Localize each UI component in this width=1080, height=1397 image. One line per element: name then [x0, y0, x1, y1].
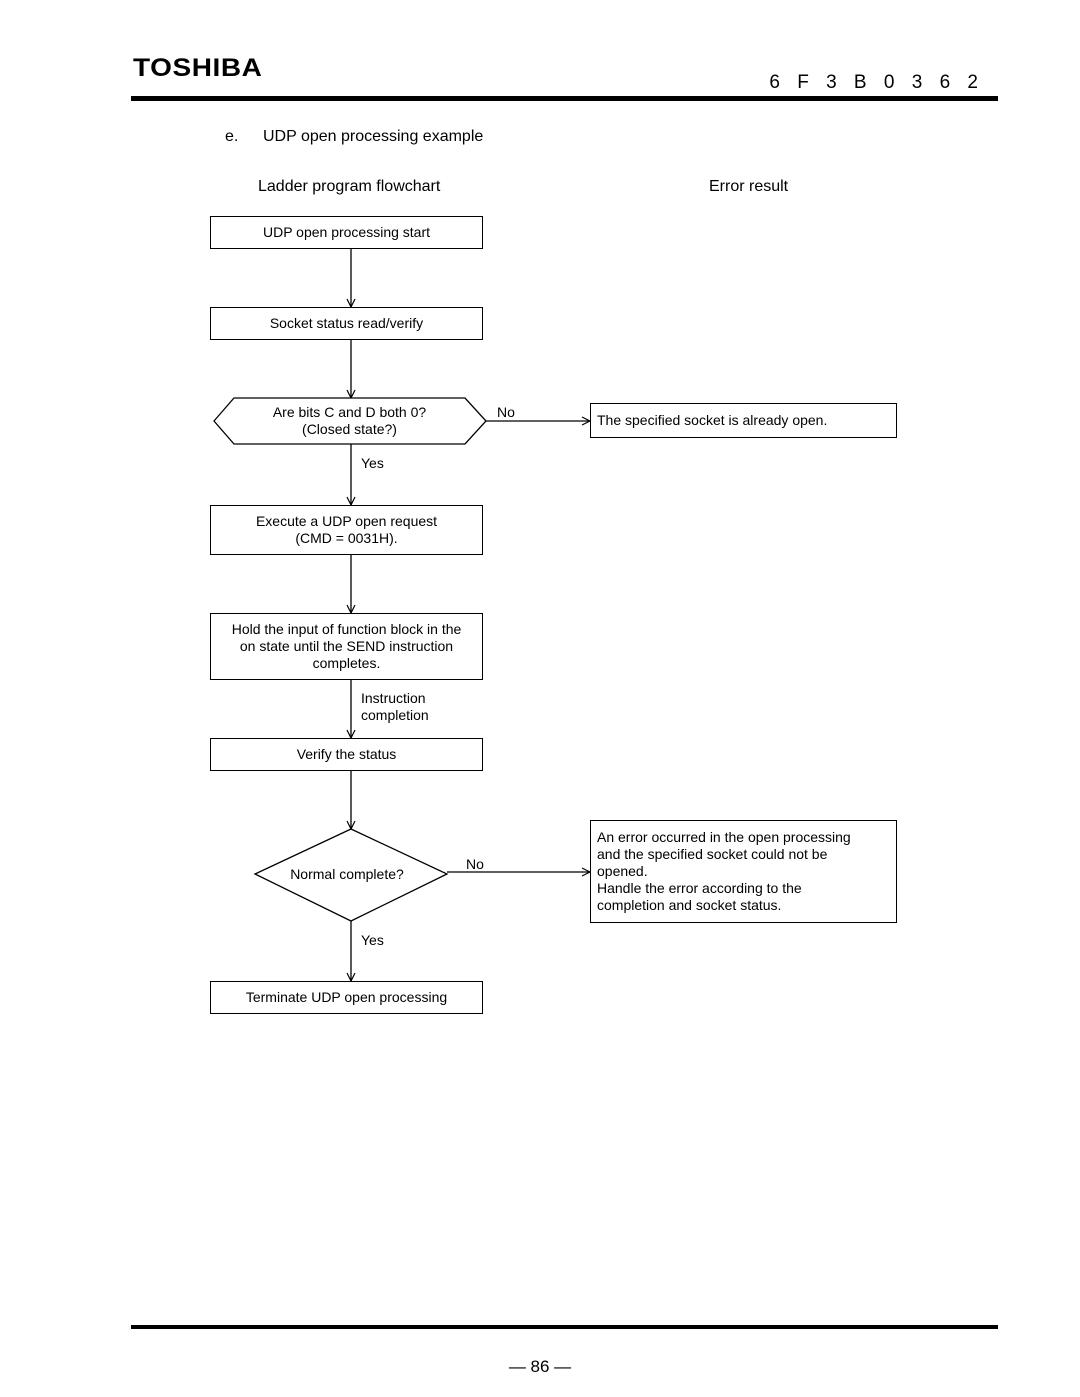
decision1-yes-label: Yes: [361, 455, 384, 471]
step-hold-line1: Hold the input of function block in the: [231, 621, 462, 637]
decision1-line1: Are bits C and D both 0?: [272, 404, 427, 420]
error-open-failed-line2: and the specified socket could not be: [597, 846, 828, 862]
decision1-no-label: No: [497, 404, 515, 420]
step-terminate-text: Terminate UDP open processing: [245, 989, 448, 1005]
error-open-failed-line5: completion and socket status.: [597, 897, 782, 913]
error-already-open: The specified socket is already open.: [590, 403, 897, 438]
instruction-completion-label: Instruction completion: [361, 690, 429, 724]
step-execute-line2: (CMD = 0031H).: [295, 530, 398, 546]
step-hold-line3: completes.: [312, 655, 381, 671]
decision1-line2: (Closed state?): [302, 421, 397, 437]
step-verify-status: Verify the status: [210, 738, 483, 771]
step-start-text: UDP open processing start: [262, 224, 431, 240]
step-read-status-text: Socket status read/verify: [269, 315, 424, 331]
decision2-no-label: No: [466, 856, 484, 872]
decision2-yes-label: Yes: [361, 932, 384, 948]
step-execute-open: Execute a UDP open request (CMD = 0031H)…: [210, 505, 483, 555]
flowchart-connectors: [213, 248, 1080, 1397]
decision2-text: Normal complete?: [290, 866, 404, 882]
instruction-completion-line1: Instruction: [361, 690, 426, 706]
error-open-failed-line1: An error occurred in the open processing: [597, 829, 851, 845]
step-read-status: Socket status read/verify: [210, 307, 483, 340]
page-number: — 86 —: [508, 1357, 572, 1376]
error-open-failed-line3: opened.: [597, 863, 648, 879]
step-hold-input: Hold the input of function block in the …: [210, 613, 483, 680]
instruction-completion-line2: completion: [361, 707, 429, 723]
step-execute-line1: Execute a UDP open request: [255, 513, 438, 529]
step-start: UDP open processing start: [210, 216, 483, 249]
decision1-text: Are bits C and D both 0? (Closed state?): [234, 404, 465, 438]
step-terminate: Terminate UDP open processing: [210, 981, 483, 1014]
footer-rule: [131, 1325, 998, 1329]
error-open-failed-line4: Handle the error according to the: [597, 880, 802, 896]
error-open-failed: An error occurred in the open processing…: [590, 820, 897, 923]
step-verify-text: Verify the status: [296, 746, 397, 762]
error-already-open-text: The specified socket is already open.: [597, 412, 828, 428]
step-hold-line2: on state until the SEND instruction: [239, 638, 454, 654]
